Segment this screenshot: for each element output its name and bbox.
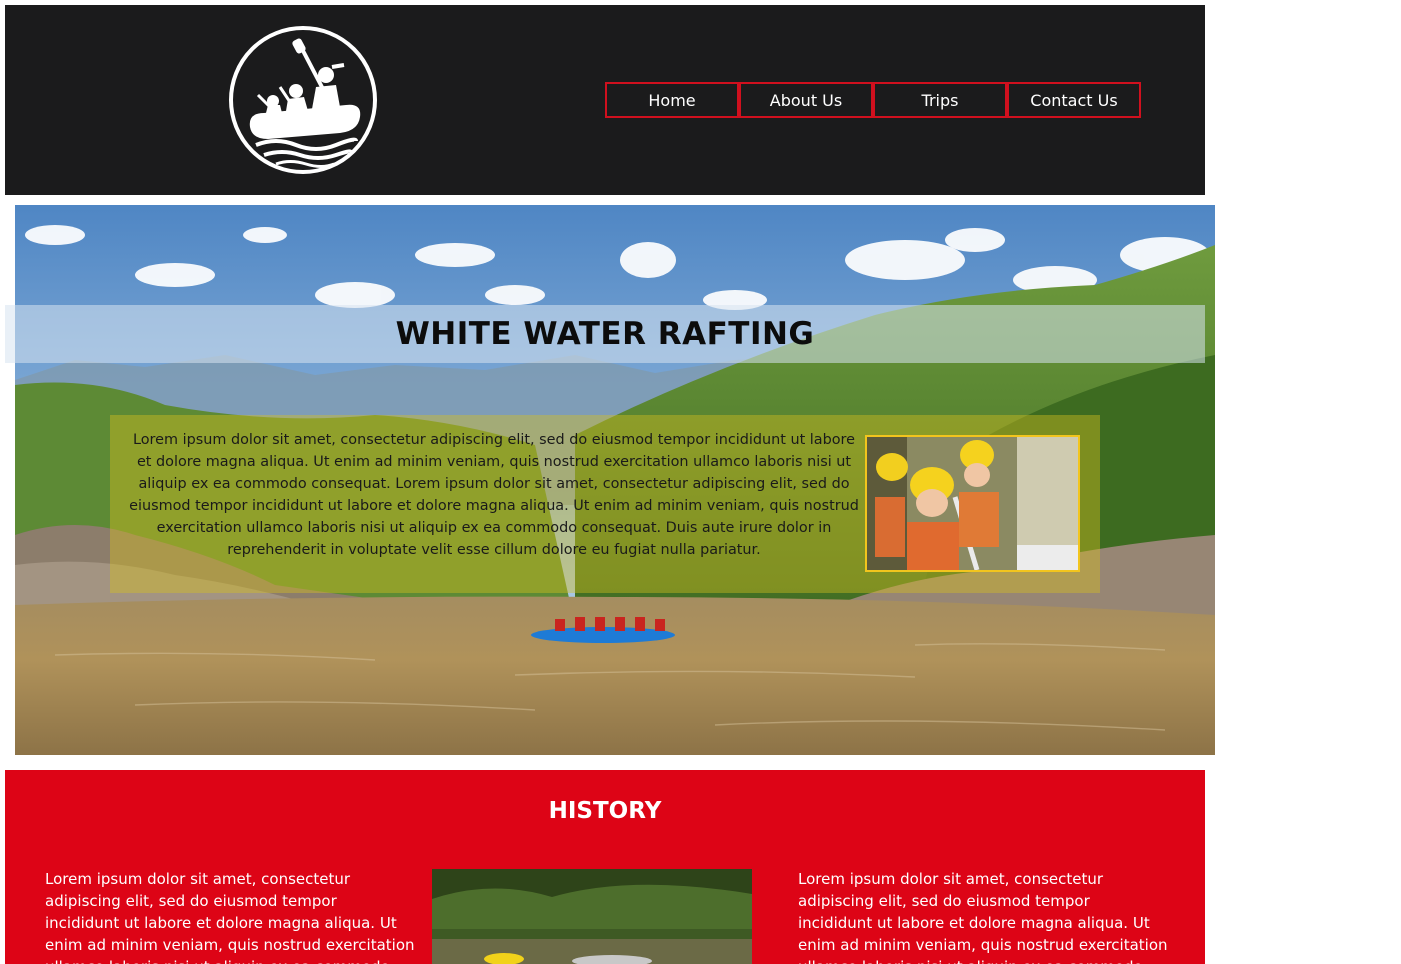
history-section: HISTORY Lorem ipsum dolor sit amet, cons… (5, 770, 1205, 964)
nav-home[interactable]: Home (605, 82, 739, 118)
site-header: Home About Us Trips Contact Us (5, 5, 1205, 195)
main-nav: Home About Us Trips Contact Us (605, 82, 1141, 118)
rafters-photo (865, 435, 1080, 572)
hero-title: WHITE WATER RAFTING (395, 316, 815, 352)
history-left-text: Lorem ipsum dolor sit amet, consectetur … (45, 870, 415, 964)
nav-trips[interactable]: Trips (873, 82, 1007, 118)
history-right-text: Lorem ipsum dolor sit amet, consectetur … (798, 870, 1168, 964)
rafting-logo-icon[interactable] (228, 25, 378, 175)
hero-description: Lorem ipsum dolor sit amet, consectetur … (129, 432, 859, 558)
hero-banner: Lorem ipsum dolor sit amet, consectetur … (15, 205, 1215, 755)
nav-contact-us[interactable]: Contact Us (1007, 82, 1141, 118)
history-title: HISTORY (548, 798, 662, 824)
history-photo (432, 869, 752, 964)
hero-info-panel: Lorem ipsum dolor sit amet, consectetur … (110, 415, 1100, 593)
hero-title-band: WHITE WATER RAFTING (5, 305, 1205, 363)
kayak-river-image (432, 869, 752, 964)
rafters-illustration (867, 437, 1078, 570)
nav-about-us[interactable]: About Us (739, 82, 873, 118)
